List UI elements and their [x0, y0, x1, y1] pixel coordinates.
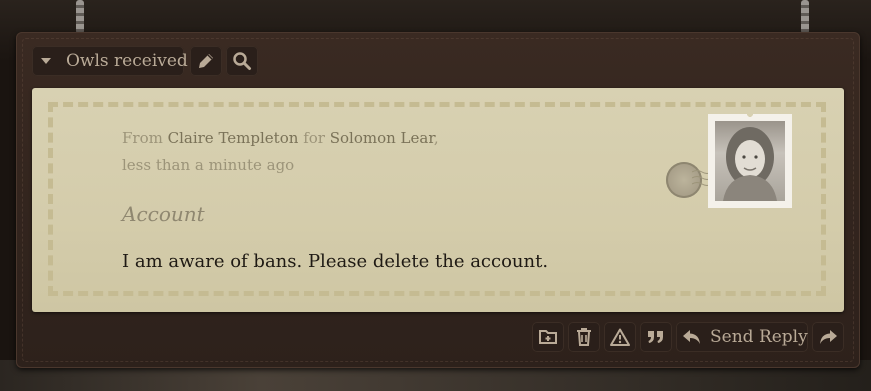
report-button[interactable]	[604, 322, 636, 352]
send-reply-label: Send Reply	[710, 327, 808, 347]
hanging-chain-left	[76, 0, 84, 34]
stamp-portrait-image	[715, 121, 785, 201]
forward-icon	[818, 328, 838, 346]
quote-button[interactable]	[640, 322, 672, 352]
letter-timestamp: less than a minute ago	[122, 156, 295, 174]
move-to-folder-button[interactable]	[532, 322, 564, 352]
recipient-suffix: ,	[433, 129, 439, 147]
forward-button[interactable]	[812, 322, 844, 352]
search-icon	[232, 51, 252, 71]
letter-body: I am aware of bans. Please delete the ac…	[122, 251, 549, 272]
folder-label: Owls received	[66, 51, 188, 71]
pencil-icon	[196, 51, 216, 71]
sender-name[interactable]: Claire Templeton	[168, 129, 299, 147]
caret-down-icon	[40, 57, 52, 65]
folder-dropdown[interactable]: Owls received	[32, 46, 188, 76]
letter-card: From Claire Templeton for Solomon Lear, …	[32, 88, 844, 312]
portrait-stamp	[708, 114, 792, 208]
recipient-name[interactable]: Solomon Lear	[330, 129, 434, 147]
from-prefix: From	[122, 129, 163, 147]
for-text: for	[303, 129, 325, 147]
letter-subject: Account	[122, 202, 205, 226]
compose-button[interactable]	[190, 46, 222, 76]
folder-move-icon	[538, 328, 558, 346]
letter-from-line: From Claire Templeton for Solomon Lear,	[122, 129, 439, 147]
trash-icon	[575, 327, 593, 347]
send-reply-button[interactable]: Send Reply	[676, 322, 808, 352]
hanging-chain-right	[801, 0, 809, 34]
search-button[interactable]	[226, 46, 258, 76]
warning-icon	[610, 328, 630, 346]
delete-button[interactable]	[568, 322, 600, 352]
reply-arrow-icon	[682, 328, 702, 346]
quote-icon	[646, 328, 666, 346]
